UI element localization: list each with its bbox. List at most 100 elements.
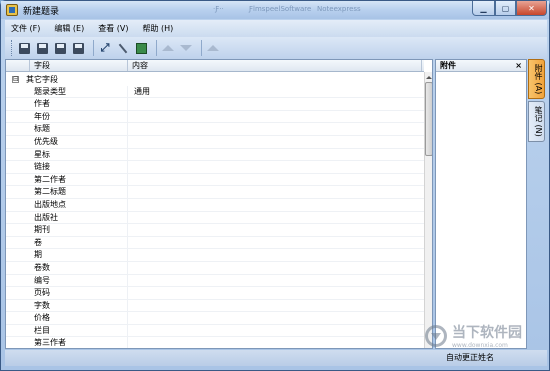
table-row[interactable]: 页码 (6, 287, 424, 300)
column-header-field[interactable]: 字段 (30, 60, 128, 71)
table-row[interactable]: 期 (6, 249, 424, 262)
attachments-pane: 附件 × (435, 59, 527, 349)
toolbar-grip[interactable] (11, 40, 14, 56)
table-row[interactable]: 优先级 (6, 135, 424, 149)
scroll-thumb[interactable] (425, 82, 432, 156)
menu-edit[interactable]: 编辑 (E) (48, 23, 90, 34)
row-indent (6, 212, 34, 224)
field-value[interactable] (128, 312, 134, 324)
row-indent (6, 249, 34, 261)
row-indent (6, 161, 34, 173)
vertical-scrollbar[interactable] (424, 72, 432, 348)
menu-view[interactable]: 查看 (V) (92, 23, 134, 34)
field-name: 链接 (34, 161, 128, 173)
table-row[interactable]: 星标 (6, 148, 424, 162)
field-value[interactable] (128, 249, 134, 261)
table-row[interactable]: 标题 (6, 123, 424, 136)
group-row[interactable]: ⊟ 其它字段 (6, 73, 424, 86)
move-down-icon[interactable] (179, 41, 193, 55)
table-row[interactable]: 卷 (6, 236, 424, 250)
row-indent (6, 237, 34, 249)
field-value[interactable] (128, 123, 134, 135)
table-row[interactable]: 作者 (6, 98, 424, 111)
field-value[interactable] (128, 275, 134, 287)
field-name: 页码 (34, 287, 128, 299)
table-row[interactable]: 期刊 (6, 224, 424, 237)
app-icon[interactable] (134, 41, 148, 55)
field-name: 期刊 (34, 224, 128, 236)
field-value[interactable] (128, 325, 134, 337)
app-logo-icon (6, 4, 18, 16)
close-button[interactable]: ✕ (516, 1, 547, 16)
fullscreen-icon[interactable]: ⤢ (98, 41, 112, 55)
attachments-title: 附件 (440, 61, 456, 70)
row-indent (6, 325, 34, 337)
field-value[interactable] (128, 111, 134, 123)
table-row[interactable]: 字数 (6, 299, 424, 313)
table-row[interactable]: 第二作者 (6, 173, 424, 187)
field-name: 第三作者 (34, 337, 128, 348)
move-up-icon[interactable] (161, 41, 175, 55)
edit-icon[interactable] (116, 41, 130, 55)
row-indent (6, 111, 34, 123)
tab-attachments[interactable]: 附件 (A) (528, 59, 545, 100)
table-row[interactable]: 编号 (6, 274, 424, 288)
maximize-button[interactable]: ▢ (495, 1, 516, 16)
menu-help[interactable]: 帮助 (H) (137, 23, 180, 34)
move-top-icon[interactable] (206, 41, 220, 55)
row-indent (6, 262, 34, 274)
watermark-text: 当下软件园 (452, 325, 522, 341)
save-icon[interactable] (35, 41, 49, 55)
minimize-button[interactable]: ▁ (472, 1, 495, 16)
table-row[interactable]: 价格 (6, 312, 424, 325)
scroll-up-icon[interactable] (426, 73, 432, 81)
close-pane-icon[interactable]: × (515, 60, 522, 71)
field-value[interactable]: 通用 (128, 86, 150, 98)
table-row[interactable]: 第三作者 (6, 337, 424, 348)
toolbar-separator (156, 40, 157, 56)
field-value[interactable] (128, 174, 134, 186)
field-name: 出版地点 (34, 198, 128, 211)
row-indent (6, 98, 34, 110)
table-row[interactable]: 年份 (6, 110, 424, 124)
table-row[interactable]: 出版地点 (6, 198, 424, 212)
field-value[interactable] (128, 161, 134, 173)
header-corner (6, 60, 30, 71)
menu-file[interactable]: 文件 (F) (5, 23, 46, 34)
save-new-icon[interactable] (17, 41, 31, 55)
save-close-icon[interactable] (71, 41, 85, 55)
row-indent (6, 224, 34, 236)
field-value[interactable] (128, 98, 134, 110)
attachments-header: 附件 × (436, 60, 526, 72)
field-value[interactable] (128, 287, 134, 299)
field-value[interactable] (128, 237, 134, 249)
field-value[interactable] (128, 212, 134, 224)
field-value[interactable] (128, 186, 134, 198)
tab-notes[interactable]: 笔记 (N) (528, 101, 545, 143)
field-name: 编号 (34, 274, 128, 287)
field-name: 价格 (34, 312, 128, 324)
field-name: 栏目 (34, 324, 128, 337)
field-value[interactable] (128, 224, 134, 236)
table-row[interactable]: 栏目 (6, 324, 424, 338)
field-value[interactable] (128, 337, 134, 348)
field-value[interactable] (128, 149, 134, 161)
field-name: 出版社 (34, 211, 128, 224)
column-header-content[interactable]: 内容 (128, 60, 422, 71)
side-tabs: 附件 (A) 笔记 (N) (528, 59, 547, 159)
table-row[interactable]: 题录类型 通用 (6, 85, 424, 99)
table-row[interactable]: 卷数 (6, 261, 424, 275)
field-value[interactable] (128, 136, 134, 148)
field-value[interactable] (128, 262, 134, 274)
field-value[interactable] (128, 199, 134, 211)
status-text: 自动更正姓名 (446, 353, 494, 362)
group-label: 其它字段 (26, 74, 58, 84)
collapse-icon[interactable]: ⊟ (12, 75, 19, 83)
row-indent (6, 149, 34, 161)
table-row[interactable]: 第二标题 (6, 186, 424, 199)
table-row[interactable]: 出版社 (6, 211, 424, 225)
table-row[interactable]: 链接 (6, 161, 424, 174)
copy-record-icon[interactable] (53, 41, 67, 55)
watermark-subtext: www.downxia.com (452, 342, 508, 349)
field-value[interactable] (128, 300, 134, 312)
